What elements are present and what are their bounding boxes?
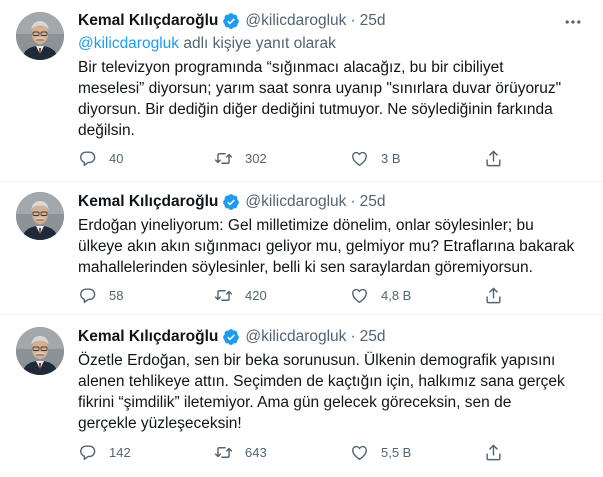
tweet-actions: 142 643 5,5 B bbox=[78, 443, 518, 463]
reply-count: 40 bbox=[109, 151, 124, 166]
like-button[interactable]: 5,5 B bbox=[350, 443, 411, 462]
separator-dot: · bbox=[350, 193, 356, 210]
tweet-time[interactable]: 25d bbox=[360, 328, 386, 346]
reply-icon bbox=[78, 443, 97, 462]
like-count: 5,5 B bbox=[381, 445, 412, 460]
reply-mention-link[interactable]: @kilicdarogluk bbox=[78, 35, 179, 52]
reply-button[interactable]: 142 bbox=[78, 443, 131, 462]
tweet-text: Erdoğan yineliyorum: Gel milletimize dön… bbox=[78, 217, 575, 276]
retweet-count: 643 bbox=[245, 445, 267, 460]
verified-badge-icon bbox=[222, 328, 240, 346]
tweet-header: Kemal Kılıçdaroğlu @kilicdarogluk · 25d bbox=[78, 326, 385, 348]
tweet-time[interactable]: 25d bbox=[360, 12, 386, 30]
retweet-count: 420 bbox=[245, 288, 267, 303]
tweet[interactable]: Kemal Kılıçdaroğlu @kilicdarogluk · 25d … bbox=[0, 315, 603, 477]
reply-button[interactable]: 58 bbox=[78, 286, 123, 305]
separator-dot: · bbox=[350, 12, 356, 29]
reply-count: 58 bbox=[109, 288, 124, 303]
reply-icon bbox=[78, 149, 97, 168]
retweet-icon bbox=[214, 149, 233, 168]
share-icon bbox=[484, 443, 503, 462]
retweet-button[interactable]: 302 bbox=[214, 149, 267, 168]
heart-icon bbox=[350, 149, 369, 168]
author-handle[interactable]: @kilicdarogluk bbox=[245, 193, 346, 211]
tweet-header: Kemal Kılıçdaroğlu @kilicdarogluk · 25d bbox=[78, 191, 385, 213]
avatar[interactable] bbox=[16, 327, 64, 375]
reply-icon bbox=[78, 286, 97, 305]
reply-context: @kilicdarogluk adlı kişiye yanıt olarak bbox=[78, 35, 336, 53]
author-handle[interactable]: @kilicdarogluk bbox=[245, 328, 346, 346]
share-icon bbox=[484, 286, 503, 305]
retweet-icon bbox=[214, 286, 233, 305]
tweet[interactable]: Kemal Kılıçdaroğlu @kilicdarogluk · 25d … bbox=[0, 182, 603, 315]
reply-button[interactable]: 40 bbox=[78, 149, 123, 168]
share-button[interactable] bbox=[484, 443, 503, 462]
heart-icon bbox=[350, 443, 369, 462]
tweet-time[interactable]: 25d bbox=[360, 193, 386, 211]
tweet-text: Özetle Erdoğan, sen bir beka sorunusun. … bbox=[78, 352, 565, 432]
tweet-text: Bir televizyon programında “sığınmacı al… bbox=[78, 59, 562, 139]
tweet-actions: 58 420 4,8 B bbox=[78, 286, 518, 306]
more-options-icon[interactable] bbox=[563, 12, 583, 32]
separator-dot: · bbox=[350, 328, 356, 345]
retweet-button[interactable]: 420 bbox=[214, 286, 267, 305]
share-button[interactable] bbox=[484, 286, 503, 305]
like-count: 3 B bbox=[381, 151, 401, 166]
reply-count: 142 bbox=[109, 445, 131, 460]
reply-context-label: adlı kişiye yanıt olarak bbox=[179, 35, 336, 52]
share-button[interactable] bbox=[484, 149, 503, 168]
tweet[interactable]: Kemal Kılıçdaroğlu @kilicdarogluk · 25d … bbox=[0, 0, 603, 182]
retweet-count: 302 bbox=[245, 151, 267, 166]
verified-badge-icon bbox=[222, 193, 240, 211]
author-name[interactable]: Kemal Kılıçdaroğlu bbox=[78, 328, 218, 346]
tweet-actions: 40 302 3 B bbox=[78, 149, 518, 169]
avatar[interactable] bbox=[16, 12, 64, 60]
share-icon bbox=[484, 149, 503, 168]
heart-icon bbox=[350, 286, 369, 305]
author-name[interactable]: Kemal Kılıçdaroğlu bbox=[78, 12, 218, 30]
author-name[interactable]: Kemal Kılıçdaroğlu bbox=[78, 193, 218, 211]
like-button[interactable]: 4,8 B bbox=[350, 286, 411, 305]
avatar[interactable] bbox=[16, 192, 64, 240]
like-button[interactable]: 3 B bbox=[350, 149, 401, 168]
retweet-button[interactable]: 643 bbox=[214, 443, 267, 462]
verified-badge-icon bbox=[222, 12, 240, 30]
author-handle[interactable]: @kilicdarogluk bbox=[245, 12, 346, 30]
tweet-header: Kemal Kılıçdaroğlu @kilicdarogluk · 25d bbox=[78, 10, 385, 32]
like-count: 4,8 B bbox=[381, 288, 412, 303]
retweet-icon bbox=[214, 443, 233, 462]
